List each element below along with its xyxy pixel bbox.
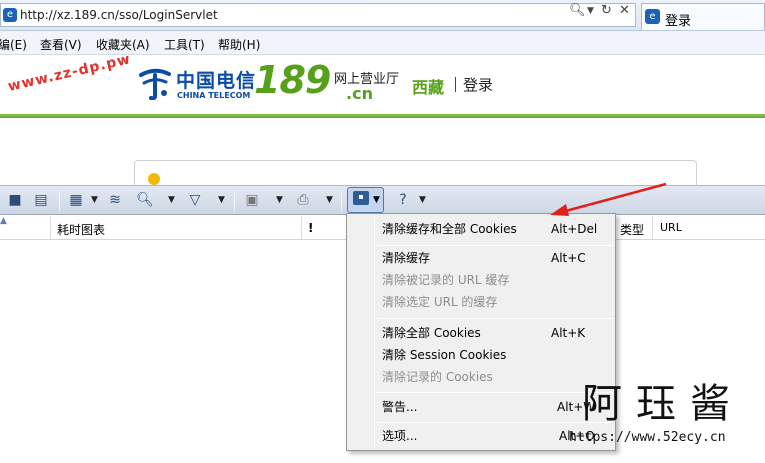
menu-item-label: 清除记录的 Cookies [382, 370, 493, 384]
menu-item-label: 清除缓存和全部 Cookies [382, 222, 517, 236]
menu-separator [377, 392, 613, 393]
tab-favicon-icon: e [645, 9, 660, 24]
header-green-line [0, 114, 765, 118]
menu-item-clear-logged-cookies: 清除记录的 Cookies [377, 366, 614, 388]
menu-item-clear-cache-and-cookies[interactable]: 清除缓存和全部 Cookies Alt+Del [377, 218, 614, 240]
menu-item-shortcut: Alt+K [551, 326, 586, 340]
brand-name-en: CHINA TELECOM [177, 91, 251, 100]
brand-number: 189 [254, 58, 331, 102]
save-icon[interactable]: ▣ [242, 190, 262, 211]
help-icon[interactable]: ? [393, 190, 413, 211]
filter-dropdown-icon[interactable]: ▼ [218, 190, 225, 211]
menu-item-label: 清除缓存 [382, 251, 431, 265]
find-dropdown-icon[interactable]: ▼ [168, 190, 175, 211]
menu-icon-gutter [374, 216, 375, 448]
menu-view[interactable]: 查看(V) [40, 36, 82, 53]
stop-icon[interactable]: ✕ [619, 3, 630, 19]
url-text[interactable]: http://xz.189.cn/sso/LoginServlet [20, 8, 218, 22]
menu-item-clear-session-cookies[interactable]: 清除 Session Cookies [377, 344, 614, 366]
author-url-watermark: https://www.52ecy.cn [569, 430, 726, 445]
menu-help[interactable]: 帮助(H) [218, 36, 260, 53]
notice-bullet-icon [148, 173, 160, 185]
author-watermark: 阿珏酱 [582, 381, 744, 427]
red-arrow-icon [550, 182, 667, 216]
toolbar-separator [234, 191, 235, 211]
layers-icon[interactable]: ≋ [105, 190, 125, 211]
menu-favorites[interactable]: 收藏夹(A) [96, 36, 150, 53]
filter-icon[interactable]: ▽ [185, 190, 205, 211]
menu-item-label: 清除全部 Cookies [382, 326, 481, 340]
menu-separator [377, 245, 613, 246]
menu-tools[interactable]: 工具(T) [164, 36, 205, 53]
summary-view-icon[interactable]: ▦ [66, 190, 86, 211]
summary-dropdown-icon[interactable]: ▼ [91, 190, 98, 211]
brand-name-cn: 中国电信 [176, 70, 257, 92]
address-dropdown-icon[interactable]: ▼ [587, 3, 594, 19]
login-link[interactable]: 登录 [463, 74, 493, 95]
tab-login[interactable]: e 登录 [641, 3, 765, 30]
print-icon[interactable]: ⎙ [293, 190, 313, 211]
toolbar-separator [59, 191, 60, 211]
toolbox-dropdown-icon: ▼ [373, 195, 380, 205]
save-dropdown-icon[interactable]: ▼ [276, 190, 283, 211]
menu-separator [377, 318, 613, 319]
menu-item-shortcut: Alt+C [551, 251, 586, 265]
site-favicon-icon: e [3, 8, 17, 22]
column-alert[interactable]: ! [308, 221, 313, 235]
toolbar-separator [341, 191, 342, 211]
menu-item-label: 选项... [382, 429, 418, 443]
menu-item-label: 警告... [382, 400, 418, 414]
find-icon[interactable]: 🔍︎ [135, 190, 155, 211]
menu-item-shortcut: Alt+Del [551, 222, 598, 236]
sort-arrow-icon: ▲ [0, 216, 7, 226]
column-divider[interactable] [50, 216, 51, 239]
menu-item-clear-logged-url-cache: 清除被记录的 URL 缓存 [377, 269, 614, 291]
menu-item-label: 清除选定 URL 的缓存 [382, 295, 498, 309]
menu-item-warnings[interactable]: 警告... Alt+W [377, 396, 614, 418]
menu-bar: 编(E) 查看(V) 收藏夹(A) 工具(T) 帮助(H) [0, 31, 765, 55]
column-url[interactable]: URL [660, 221, 682, 234]
toolbox-latch [359, 195, 363, 199]
china-telecom-logo-icon [139, 68, 171, 100]
clear-sessions-icon[interactable]: ▤ [32, 190, 50, 211]
refresh-icon[interactable]: ↻ [601, 3, 612, 19]
header-divider [455, 77, 456, 92]
menu-separator [377, 422, 613, 423]
menu-item-label: 清除 Session Cookies [382, 348, 507, 362]
column-type[interactable]: 类型 [620, 221, 644, 238]
menu-item-label: 清除被记录的 URL 缓存 [382, 273, 510, 287]
cache-dropdown-menu: 清除缓存和全部 Cookies Alt+Del 清除缓存 Alt+C 清除被记录… [346, 213, 616, 451]
menu-edit[interactable]: 编(E) [0, 36, 27, 53]
tab-title: 登录 [665, 14, 692, 29]
menu-item-clear-all-cookies[interactable]: 清除全部 Cookies Alt+K [377, 322, 614, 344]
address-bar-row: e http://xz.189.cn/sso/LoginServlet 🔍︎ ▼… [0, 0, 765, 31]
column-divider[interactable] [301, 216, 302, 239]
menu-item-clear-selected-url-cache: 清除选定 URL 的缓存 [377, 291, 614, 313]
cache-toolbox-button[interactable]: ▼ [347, 187, 384, 213]
region-name[interactable]: 西藏 [412, 74, 444, 98]
menu-item-clear-cache[interactable]: 清除缓存 Alt+C [377, 247, 614, 269]
address-bar[interactable]: e http://xz.189.cn/sso/LoginServlet [0, 3, 636, 27]
help-dropdown-icon[interactable]: ▼ [419, 190, 426, 211]
print-dropdown-icon[interactable]: ▼ [326, 190, 333, 211]
column-timeline[interactable]: 耗时图表 [57, 221, 105, 238]
brand-domain: .cn [346, 84, 373, 103]
stop-capture-icon[interactable]: ■ [7, 190, 23, 211]
search-icon[interactable]: 🔍︎ [569, 3, 586, 19]
